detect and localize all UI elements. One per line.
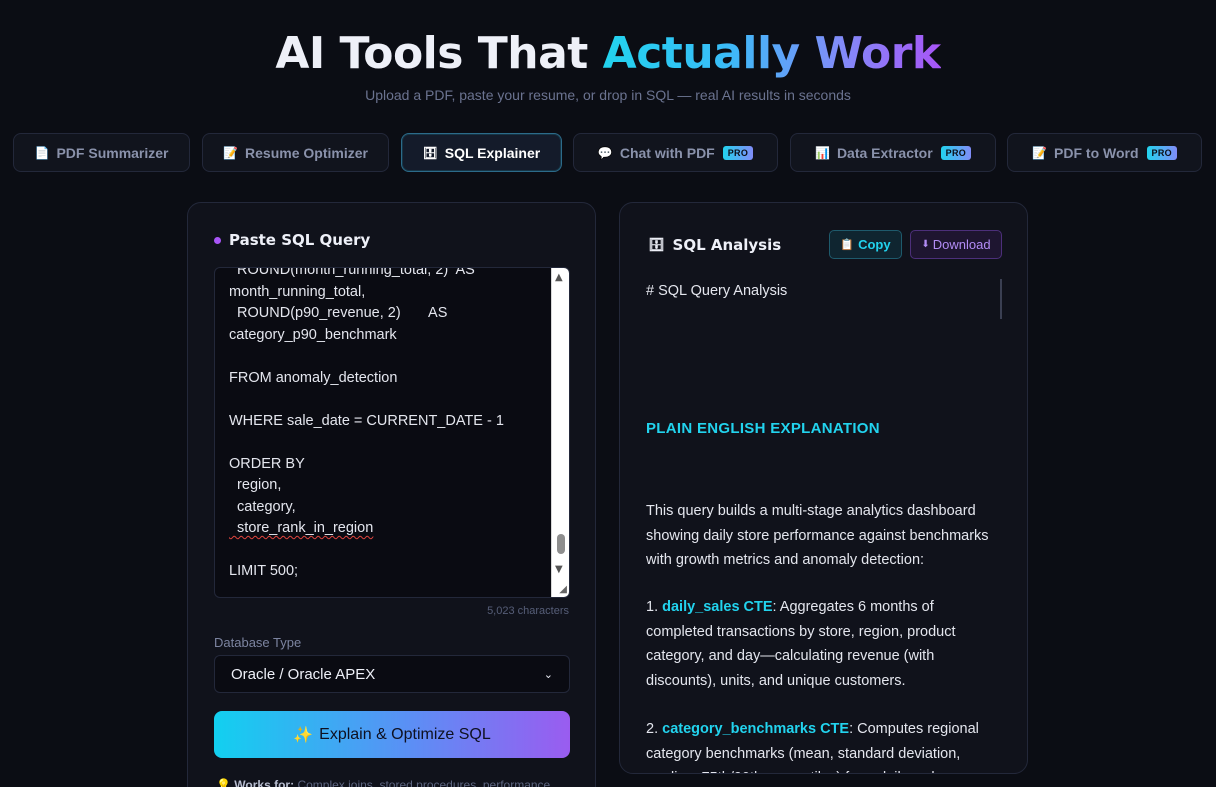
analysis-output: # SQL Query Analysis PLAIN ENGLISH EXPLA…	[646, 273, 1002, 773]
page-subtitle: Upload a PDF, paste your resume, or drop…	[365, 87, 851, 103]
code-line: ORDER BY	[229, 455, 305, 472]
cte-name: category_benchmarks CTE	[662, 721, 850, 737]
tab-resume-optimizer[interactable]: 📝 Resume Optimizer	[202, 133, 389, 172]
lightbulb-icon: 💡	[216, 778, 231, 787]
code-line: LIMIT 500;	[229, 563, 299, 579]
works-for-text: Complex joins, stored procedures, perfor…	[297, 778, 551, 787]
page-title: AI Tools That Actually Work	[0, 28, 1216, 79]
tab-label: SQL Explainer	[444, 144, 541, 161]
pro-badge: PRO	[1146, 145, 1177, 160]
tab-sql-explainer[interactable]: 🗄 SQL Explainer	[401, 133, 562, 172]
input-panel-title-text: Paste SQL Query	[229, 231, 371, 249]
section-heading: PLAIN ENGLISH EXPLANATION	[646, 420, 880, 437]
sql-input-panel: Paste SQL Query ROUND(month_running_tota…	[187, 202, 596, 787]
code-line: category_p90_benchmark	[229, 326, 397, 343]
editor-scrollbar[interactable]: ▲ ▼	[551, 268, 569, 597]
code-line: category,	[229, 498, 296, 515]
tab-label: Data Extractor	[836, 144, 933, 161]
analysis-heading: # SQL Query Analysis	[646, 283, 788, 299]
sql-textarea[interactable]: ROUND(month_running_total, 2) AS month_r…	[214, 267, 570, 598]
cte-name: daily_sales CTE	[662, 599, 773, 615]
scroll-thumb[interactable]	[557, 534, 565, 554]
analysis-scrollbar[interactable]	[1000, 279, 1002, 319]
memo-icon: 📝	[1032, 145, 1047, 160]
tab-chat-with-pdf[interactable]: 💬 Chat with PDF PRO	[573, 133, 778, 172]
tab-pdf-to-word[interactable]: 📝 PDF to Word PRO	[1007, 133, 1202, 172]
works-for-label: Works for:	[234, 778, 295, 787]
explain-optimize-button[interactable]: ✨ Explain & Optimize SQL	[214, 711, 570, 758]
analysis-panel-title: 🗄 SQL Analysis	[648, 236, 781, 254]
chat-bubble-icon: 💬	[597, 145, 613, 160]
copy-label: Copy	[858, 237, 891, 252]
character-count: 5,023 characters	[487, 605, 569, 617]
code-line: ROUND(p90_revenue, 2) AS	[229, 305, 448, 321]
code-line: WHERE sale_date = CURRENT_DATE - 1	[229, 412, 504, 429]
copy-button[interactable]: 📋 Copy	[829, 230, 902, 259]
tab-label: PDF Summarizer	[56, 144, 169, 161]
analysis-item-1: 1. daily_sales CTE: Aggregates 6 months …	[646, 595, 1002, 693]
pro-badge: PRO	[722, 145, 754, 160]
analysis-intro: This query builds a multi-stage analytic…	[646, 503, 989, 568]
code-line: ROUND(month_running_total, 2) AS	[229, 267, 475, 278]
sql-code: ROUND(month_running_total, 2) AS month_r…	[229, 267, 549, 583]
analysis-item-2: 2. category_benchmarks CTE: Computes reg…	[646, 717, 1002, 773]
works-for-hint: 💡 Works for: Complex joins, stored proce…	[216, 778, 570, 787]
tab-label: PDF to Word	[1054, 144, 1139, 161]
clipboard-icon: 📋	[840, 239, 855, 251]
title-plain: AI Tools That	[275, 28, 588, 79]
tab-label: Chat with PDF	[619, 144, 715, 161]
scroll-down-arrow-icon[interactable]: ▼	[555, 564, 563, 575]
resize-handle-icon[interactable]: ◢	[559, 584, 567, 595]
scroll-up-arrow-icon[interactable]: ▲	[555, 272, 563, 283]
code-line: store_rank_in_region	[229, 520, 374, 536]
database-icon: 🗄	[422, 145, 438, 160]
bar-chart-icon: 📊	[814, 145, 830, 160]
database-type-select[interactable]: Oracle / Oracle APEX ⌄	[214, 655, 570, 693]
title-accent: Actually Work	[602, 28, 942, 79]
explain-button-label: Explain & Optimize SQL	[319, 725, 491, 743]
database-type-label: Database Type	[214, 635, 302, 650]
analysis-panel-title-text: SQL Analysis	[672, 236, 782, 254]
pro-badge: PRO	[940, 145, 972, 160]
download-arrow-icon: ⬇	[921, 239, 930, 250]
code-line: FROM anomaly_detection	[229, 369, 398, 386]
sql-analysis-panel: 🗄 SQL Analysis 📋 Copy ⬇ Download # SQL Q…	[619, 202, 1028, 774]
input-panel-title: Paste SQL Query	[214, 231, 370, 249]
chevron-down-icon: ⌄	[543, 668, 553, 681]
code-line: month_running_total,	[229, 283, 366, 300]
download-label: Download	[932, 237, 991, 252]
item-number: 2.	[646, 721, 659, 737]
database-type-value: Oracle / Oracle APEX	[231, 665, 376, 683]
download-button[interactable]: ⬇ Download	[910, 230, 1002, 259]
code-line: region,	[229, 477, 282, 493]
document-icon: 📄	[34, 145, 50, 160]
sparkles-icon: ✨	[293, 726, 314, 744]
bullet-dot-icon	[214, 236, 221, 244]
database-icon: 🗄	[648, 237, 665, 253]
memo-icon: 📝	[223, 145, 238, 160]
item-number: 1.	[646, 599, 659, 615]
tab-pdf-summarizer[interactable]: 📄 PDF Summarizer	[13, 133, 190, 172]
tab-label: Resume Optimizer	[245, 144, 368, 161]
tab-data-extractor[interactable]: 📊 Data Extractor PRO	[790, 133, 996, 172]
